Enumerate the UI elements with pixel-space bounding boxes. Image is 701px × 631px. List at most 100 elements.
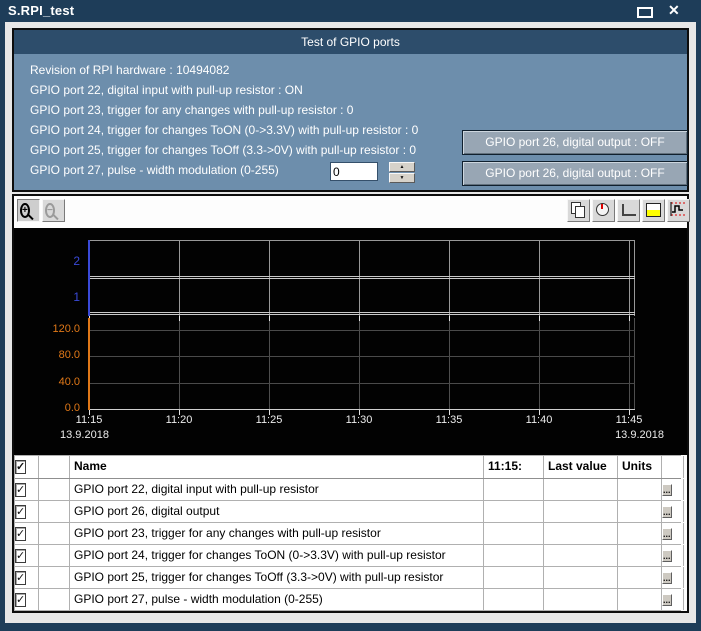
units-column-header: Units bbox=[618, 456, 662, 478]
time-range-button[interactable] bbox=[592, 199, 615, 222]
zoom-in-icon: + bbox=[20, 203, 30, 218]
x-tick-label: 11:25 bbox=[247, 414, 291, 426]
legend-table: ✓ Name 11:15: Last value Units ✓ GPIO po… bbox=[14, 455, 681, 611]
zoom-in-button[interactable]: + bbox=[17, 199, 40, 222]
row-options-button[interactable]: ... bbox=[662, 572, 672, 584]
axes-button[interactable] bbox=[617, 199, 640, 222]
gridline bbox=[629, 318, 630, 409]
info-line-port24: GPIO port 24, trigger for changes ToON (… bbox=[30, 123, 418, 139]
y-tick-label: 2 bbox=[42, 254, 80, 268]
gpio-panel: Test of GPIO ports Revision of RPI hardw… bbox=[12, 28, 689, 192]
x-tick-label: 11:35 bbox=[427, 414, 471, 426]
x-tick-label: 11:15 bbox=[67, 414, 111, 426]
tick-mark bbox=[629, 316, 630, 321]
row-options-button[interactable]: ... bbox=[662, 528, 672, 540]
app-window: { "window": { "title": "S.RPI_test" }, "… bbox=[0, 0, 701, 631]
cursor-time-value bbox=[484, 523, 544, 544]
legend-row-gpio24: ✓ GPIO port 24, trigger for changes ToON… bbox=[15, 545, 681, 567]
end-date-label: 13.9.2018 bbox=[584, 429, 664, 441]
cursor-time-value bbox=[484, 545, 544, 566]
x-tick-label: 11:45 bbox=[607, 414, 651, 426]
pwm-value-input[interactable] bbox=[330, 162, 378, 181]
zoom-out-icon: − bbox=[45, 203, 55, 218]
gridline bbox=[89, 383, 635, 384]
row-checkbox[interactable]: ✓ bbox=[15, 549, 26, 563]
last-value bbox=[544, 501, 618, 522]
row-options-button[interactable]: ... bbox=[662, 506, 672, 518]
series-name: GPIO port 25, trigger for changes ToOff … bbox=[70, 567, 484, 588]
row-checkbox[interactable]: ✓ bbox=[15, 593, 26, 607]
window-title: S.RPI_test bbox=[8, 3, 74, 18]
gpio26-output-button-1[interactable]: GPIO port 26, digital output : OFF bbox=[462, 130, 688, 155]
units-value bbox=[618, 501, 662, 522]
trend-chart[interactable]: 2 1 120.0 80.0 40.0 0.0 11:15 11:20 11:2… bbox=[14, 228, 687, 455]
info-line-port27-pwm: GPIO port 27, pulse - width modulation (… bbox=[30, 163, 279, 179]
select-all-checkbox[interactable]: ✓ bbox=[15, 460, 26, 474]
series-name: GPIO port 24, trigger for changes ToON (… bbox=[70, 545, 484, 566]
gridline bbox=[89, 356, 635, 357]
y-tick-label: 120.0 bbox=[34, 323, 80, 335]
row-options-button[interactable]: ... bbox=[662, 594, 672, 606]
stepper-down-icon[interactable]: ▼ bbox=[389, 173, 415, 183]
title-bar: S.RPI_test ✕ bbox=[0, 0, 701, 22]
last-value bbox=[544, 545, 618, 566]
info-line-port25: GPIO port 25, trigger for changes ToOff … bbox=[30, 143, 416, 159]
trend-panel: + − bbox=[12, 194, 689, 613]
y-tick-label: 80.0 bbox=[34, 349, 80, 361]
zoom-out-button[interactable]: − bbox=[42, 199, 65, 222]
last-value bbox=[544, 479, 618, 500]
row-options-button[interactable]: ... bbox=[662, 550, 672, 562]
gridline bbox=[449, 318, 450, 409]
digital-y-axis bbox=[88, 240, 90, 316]
row-checkbox[interactable]: ✓ bbox=[15, 505, 26, 519]
row-checkbox[interactable]: ✓ bbox=[15, 483, 26, 497]
series-name: GPIO port 26, digital output bbox=[70, 501, 484, 522]
pwm-stepper: ▲ ▼ bbox=[389, 162, 415, 182]
gridline bbox=[359, 318, 360, 409]
series-name: GPIO port 27, pulse - width modulation (… bbox=[70, 589, 484, 610]
units-value bbox=[618, 545, 662, 566]
cursor-time-value bbox=[484, 501, 544, 522]
copy-button[interactable] bbox=[567, 199, 590, 222]
maximize-icon[interactable] bbox=[637, 7, 653, 18]
row-checkbox[interactable]: ✓ bbox=[15, 571, 26, 585]
units-value bbox=[618, 589, 662, 610]
gpio26-output-button-2[interactable]: GPIO port 26, digital output : OFF bbox=[462, 161, 688, 186]
last-value bbox=[544, 589, 618, 610]
tick-mark bbox=[269, 316, 270, 321]
y-tick-label: 0.0 bbox=[34, 402, 80, 414]
background-color-icon bbox=[646, 203, 661, 217]
x-axis-line bbox=[89, 409, 635, 410]
trend-settings-button[interactable] bbox=[667, 199, 690, 222]
tick-mark bbox=[179, 316, 180, 321]
units-value bbox=[618, 567, 662, 588]
cursor-time-value bbox=[484, 479, 544, 500]
tick-mark bbox=[449, 316, 450, 321]
digital-band-separator bbox=[89, 276, 635, 279]
axes-icon bbox=[622, 204, 636, 216]
gpio-info-area: Revision of RPI hardware : 10494082 GPIO… bbox=[14, 54, 687, 190]
background-color-button[interactable] bbox=[642, 199, 665, 222]
row-options-button[interactable]: ... bbox=[662, 484, 672, 496]
gridline bbox=[179, 318, 180, 409]
info-line-port23: GPIO port 23, trigger for any changes wi… bbox=[30, 103, 353, 119]
cursor-time-column-header: 11:15: bbox=[484, 456, 544, 478]
cursor-time-value bbox=[484, 567, 544, 588]
close-icon[interactable]: ✕ bbox=[668, 2, 680, 19]
y-tick-label: 1 bbox=[42, 290, 80, 304]
gridline bbox=[269, 318, 270, 409]
gridline bbox=[89, 330, 635, 331]
series-name: GPIO port 22, digital input with pull-up… bbox=[70, 479, 484, 500]
info-line-revision: Revision of RPI hardware : 10494082 bbox=[30, 63, 229, 79]
x-tick-label: 11:20 bbox=[157, 414, 201, 426]
row-checkbox[interactable]: ✓ bbox=[15, 527, 26, 541]
last-value bbox=[544, 523, 618, 544]
tick-mark bbox=[359, 316, 360, 321]
cursor-time-value bbox=[484, 589, 544, 610]
stepper-up-icon[interactable]: ▲ bbox=[389, 162, 415, 172]
legend-row-gpio25: ✓ GPIO port 25, trigger for changes ToOf… bbox=[15, 567, 681, 589]
last-value-column-header: Last value bbox=[544, 456, 618, 478]
analog-y-axis bbox=[88, 318, 90, 410]
x-tick-label: 11:30 bbox=[337, 414, 381, 426]
trend-icon bbox=[668, 200, 687, 219]
